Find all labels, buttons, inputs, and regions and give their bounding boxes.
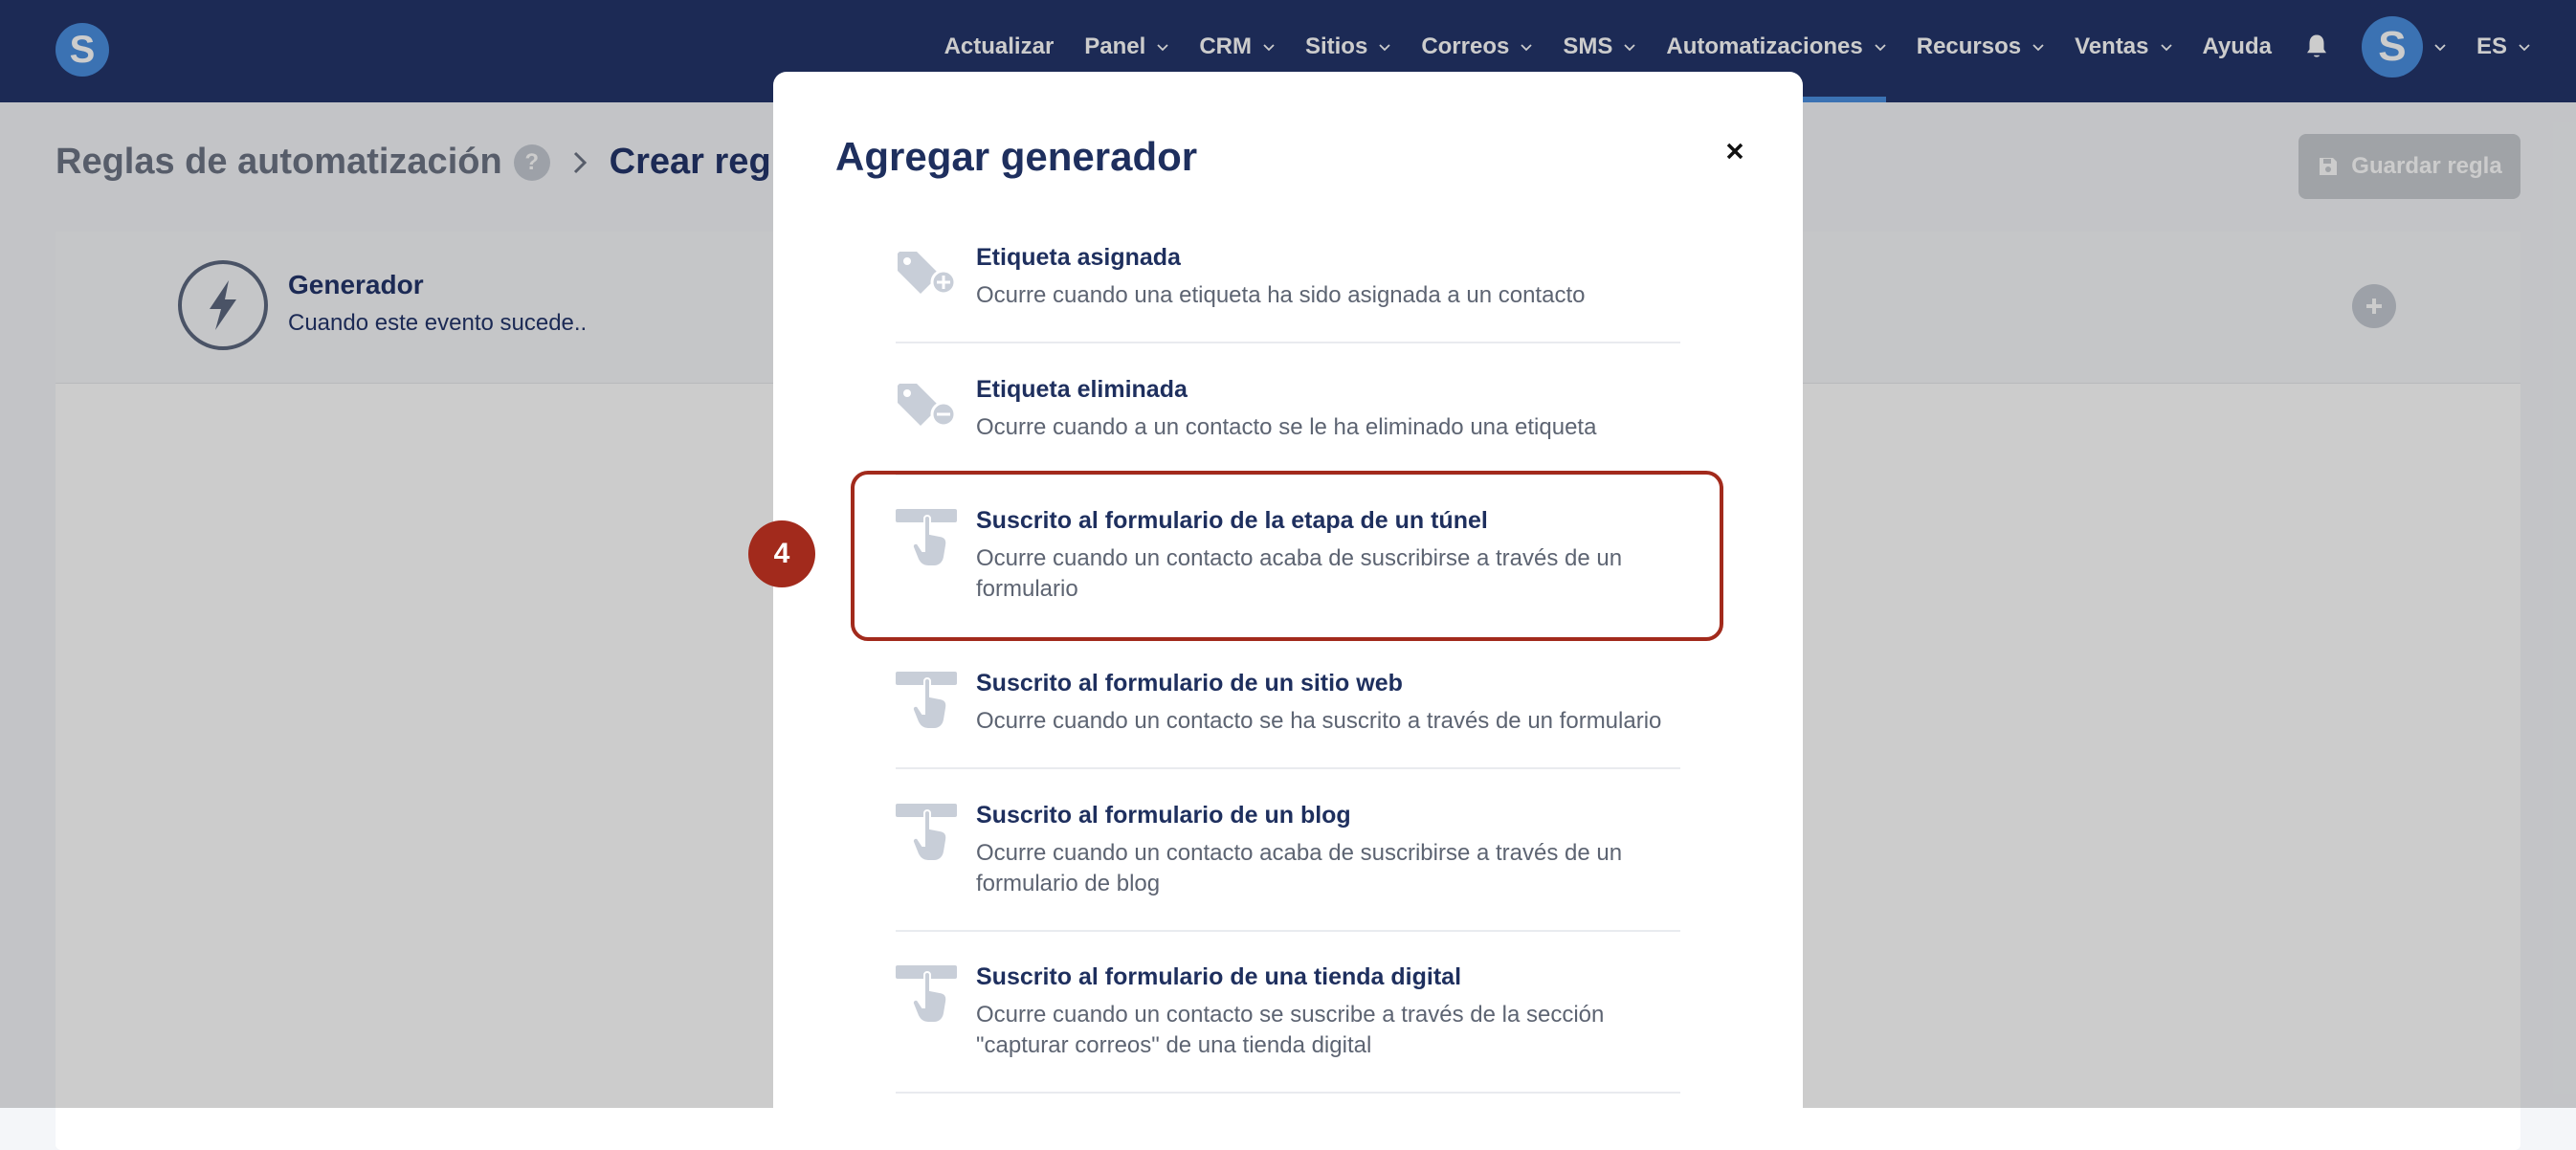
tag-plus-icon: [898, 252, 957, 296]
option-description: Ocurre cuando a un contacto se le ha eli…: [976, 414, 1597, 440]
option-description: Ocurre cuando un contacto acaba de suscr…: [976, 840, 1623, 896]
step-badge: 4: [748, 520, 815, 587]
generator-option-etiqueta-eliminada[interactable]: Etiqueta eliminada Ocurre cuando a un co…: [896, 376, 1680, 475]
form-click-icon: [896, 965, 957, 1024]
option-title: Suscrito al formulario de una tienda dig…: [976, 963, 1462, 990]
tag-minus-icon: [898, 384, 957, 428]
generator-option-etiqueta-asignada[interactable]: Etiqueta asignada Ocurre cuando una etiq…: [896, 244, 1680, 343]
modal-title: Agregar generador: [835, 134, 1198, 179]
option-description: Ocurre cuando una etiqueta ha sido asign…: [976, 282, 1586, 308]
option-title: Suscrito al formulario de un sitio web: [976, 670, 1403, 697]
option-title: Etiqueta asignada: [976, 244, 1181, 271]
form-click-icon: [896, 672, 957, 730]
option-title: Suscrito al formulario de un blog: [976, 802, 1351, 829]
highlight-frame: [851, 471, 1723, 641]
option-description: Ocurre cuando un contacto se ha suscrito…: [976, 708, 1662, 734]
generator-option-formulario-blog[interactable]: Suscrito al formulario de un blog Ocurre…: [896, 802, 1680, 932]
generator-option-formulario-tienda-digital[interactable]: Suscrito al formulario de una tienda dig…: [896, 963, 1680, 1094]
form-click-icon: [896, 804, 957, 862]
close-icon: [1726, 143, 1743, 160]
generator-option-formulario-sitio-web[interactable]: Suscrito al formulario de un sitio web O…: [896, 670, 1680, 769]
option-description: Ocurre cuando un contacto se suscribe a …: [976, 1002, 1605, 1058]
close-button[interactable]: [1711, 127, 1759, 175]
option-title: Etiqueta eliminada: [976, 376, 1188, 403]
